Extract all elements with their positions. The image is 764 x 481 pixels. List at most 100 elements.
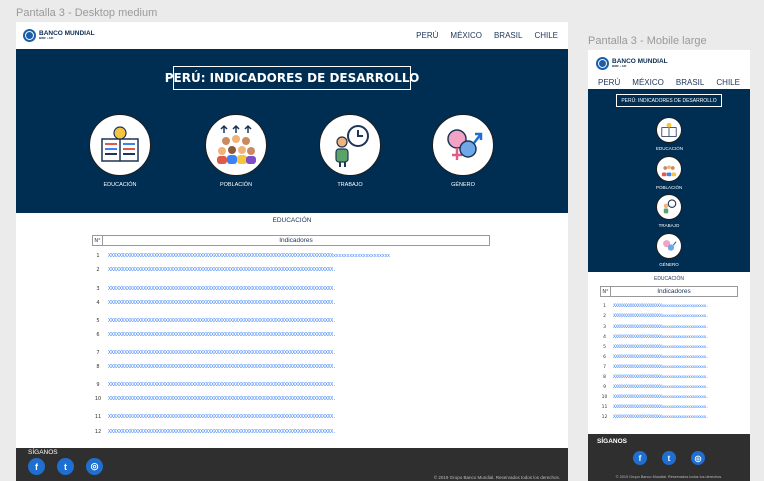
row-link[interactable]: XXXXXXXXXXXXXXXXXXXXXXXXXXXXXXXXXXXXXXXX… (108, 300, 336, 306)
row-link[interactable]: XXXXXXXXXXXXXXXXXXXXXXxxxxxxxxxxxxxxxxxx… (613, 365, 709, 370)
col-num: N° (600, 286, 611, 297)
row-num: 4 (96, 300, 100, 306)
gender-icon (656, 233, 682, 259)
table-row[interactable]: 6 XXXXXXXXXXXXXXXXXXXXXXXXXXXXXXXXXXXXXXX… (92, 331, 336, 339)
instagram-icon[interactable]: ◎ (691, 451, 705, 465)
globe-icon (596, 57, 609, 70)
twitter-icon[interactable]: t (662, 451, 676, 465)
nav-peru[interactable]: PERÚ (598, 78, 620, 87)
facebook-icon[interactable]: f (28, 458, 45, 475)
row-link[interactable]: XXXXXXXXXXXXXXXXXXXXXXxxxxxxxxxxxxxxxxxx… (613, 385, 709, 390)
logo[interactable]: BANCO MUNDIAL BIRF • AIF (596, 57, 668, 70)
mobile-frame-label: Pantalla 3 - Mobile large (588, 35, 707, 47)
table-row[interactable]: 8 XXXXXXXXXXXXXXXXXXXXXXxxxxxxxxxxxxxxxxx… (600, 374, 708, 381)
category-educacion[interactable]: EDUCACIÓN (89, 114, 151, 188)
category-label: GÉNERO (659, 262, 679, 267)
globe-icon (23, 29, 36, 42)
mobile-header: BANCO MUNDIAL BIRF • AIF (588, 50, 750, 77)
table-row[interactable]: 11 XXXXXXXXXXXXXXXXXXXXXXxxxxxxxxxxxxxxxx… (600, 404, 709, 411)
table-row[interactable]: 3 XXXXXXXXXXXXXXXXXXXXXXxxxxxxxxxxxxxxxxx… (600, 324, 708, 331)
population-icon (205, 114, 267, 176)
nav-mexico[interactable]: MÉXICO (632, 78, 664, 87)
row-link[interactable]: XXXXXXXXXXXXXXXXXXXXXXxxxxxxxxxxxxxxxxxx… (613, 355, 709, 360)
indicators-table: N° Indicadores 1 XXXXXXXXXXXXXXXXXXXXXXxx… (600, 286, 738, 420)
category-educacion[interactable]: EDUCACIÓN (656, 117, 684, 151)
row-link[interactable]: XXXXXXXXXXXXXXXXXXXXXXxxxxxxxxxxxxxxxxxx… (613, 405, 709, 410)
nav-brasil[interactable]: BRASIL (494, 31, 522, 40)
row-link[interactable]: XXXXXXXXXXXXXXXXXXXXXXXXXXXXXXXXXXXXXXXX… (108, 396, 336, 402)
row-link[interactable]: XXXXXXXXXXXXXXXXXXXXXXXXXXXXXXXXXXXXXXXX… (108, 429, 336, 435)
footer: SÍGANOS f t ◎ © 2019 Grupo Banco Mundial… (16, 448, 568, 481)
table-row[interactable]: 5 XXXXXXXXXXXXXXXXXXXXXXXXXXXXXXXXXXXXXXX… (92, 317, 336, 325)
row-link[interactable]: XXXXXXXXXXXXXXXXXXXXXXXXXXXXXXXXXXXXXXXX… (108, 332, 336, 338)
category-genero[interactable]: GÉNERO (656, 233, 682, 267)
row-link[interactable]: XXXXXXXXXXXXXXXXXXXXXXXXXXXXXXXXXXXXXXXX… (108, 286, 336, 292)
row-link[interactable]: XXXXXXXXXXXXXXXXXXXXXXxxxxxxxxxxxxxxxxxx… (613, 335, 709, 340)
row-link[interactable]: XXXXXXXXXXXXXXXXXXXXXXxxxxxxxxxxxxxxxxxx… (613, 375, 709, 380)
table-row[interactable]: 7 XXXXXXXXXXXXXXXXXXXXXXXXXXXXXXXXXXXXXXX… (92, 349, 336, 357)
row-link[interactable]: XXXXXXXXXXXXXXXXXXXXXXxxxxxxxxxxxxxxxxxx… (613, 345, 709, 350)
row-num: 3 (96, 286, 100, 292)
population-icon (656, 156, 682, 182)
table-row[interactable]: 2 XXXXXXXXXXXXXXXXXXXXXXXXXXXXXXXXXXXXXXX… (92, 266, 336, 274)
category-label: EDUCACIÓN (103, 182, 137, 188)
nav-mexico[interactable]: MÉXICO (450, 31, 482, 40)
nav-chile[interactable]: CHILE (534, 31, 558, 40)
table-row[interactable]: 3 XXXXXXXXXXXXXXXXXXXXXXXXXXXXXXXXXXXXXXX… (92, 285, 336, 293)
row-link[interactable]: XXXXXXXXXXXXXXXXXXXXXXxxxxxxxxxxxxxxxxxx… (613, 314, 709, 319)
social-links: f t ◎ (633, 451, 705, 465)
category-label: EDUCACIÓN (656, 146, 684, 151)
facebook-icon[interactable]: f (633, 451, 647, 465)
category-genero[interactable]: GÉNERO (432, 114, 494, 188)
category-trabajo[interactable]: TRABAJO (656, 194, 682, 228)
table-row[interactable]: 7 XXXXXXXXXXXXXXXXXXXXXXxxxxxxxxxxxxxxxxx… (600, 364, 708, 371)
category-poblacion[interactable]: POBLACIÓN (205, 114, 267, 188)
mobile-frame: BANCO MUNDIAL BIRF • AIF PERÚ MÉXICO BRA… (588, 50, 750, 481)
row-link[interactable]: XXXXXXXXXXXXXXXXXXXXXXxxxxxxxxxxxxxxxxxx… (613, 325, 709, 330)
table-row[interactable]: 1 XXXXXXXXXXXXXXXXXXXXXXxxxxxxxxxxxxxxxxx… (600, 303, 708, 310)
nav-chile[interactable]: CHILE (716, 78, 740, 87)
row-num: 8 (96, 364, 100, 370)
table-header: N° Indicadores (600, 286, 738, 297)
table-row[interactable]: 4 XXXXXXXXXXXXXXXXXXXXXXXXXXXXXXXXXXXXXXX… (92, 299, 336, 307)
table-row[interactable]: 9 XXXXXXXXXXXXXXXXXXXXXXxxxxxxxxxxxxxxxxx… (600, 384, 708, 391)
row-link[interactable]: XXXXXXXXXXXXXXXXXXXXXXXXXXXXXXXXXXXXXXXX… (108, 253, 390, 259)
book-lightbulb-icon (89, 114, 151, 176)
hero-banner: PERÚ: INDICADORES DE DESARROLLO EDUCACIÓ… (16, 49, 568, 213)
table-row[interactable]: 1 XXXXXXXXXXXXXXXXXXXXXXXXXXXXXXXXXXXXXXX… (92, 252, 390, 260)
section-title: EDUCACIÓN (272, 217, 312, 224)
table-row[interactable]: 11 XXXXXXXXXXXXXXXXXXXXXXXXXXXXXXXXXXXXXX… (92, 413, 336, 421)
table-row[interactable]: 10 XXXXXXXXXXXXXXXXXXXXXXXXXXXXXXXXXXXXXX… (92, 395, 336, 403)
row-num: 6 (603, 355, 606, 360)
table-row[interactable]: 2 XXXXXXXXXXXXXXXXXXXXXXxxxxxxxxxxxxxxxxx… (600, 313, 708, 320)
row-link[interactable]: XXXXXXXXXXXXXXXXXXXXXXXXXXXXXXXXXXXXXXXX… (108, 364, 336, 370)
row-link[interactable]: XXXXXXXXXXXXXXXXXXXXXXXXXXXXXXXXXXXXXXXX… (108, 267, 336, 273)
twitter-icon[interactable]: t (57, 458, 74, 475)
table-row[interactable]: 5 XXXXXXXXXXXXXXXXXXXXXXxxxxxxxxxxxxxxxxx… (600, 344, 708, 351)
row-num: 5 (603, 345, 606, 350)
row-link[interactable]: XXXXXXXXXXXXXXXXXXXXXXxxxxxxxxxxxxxxxxxx… (613, 395, 709, 400)
nav-peru[interactable]: PERÚ (416, 31, 438, 40)
row-link[interactable]: XXXXXXXXXXXXXXXXXXXXXXXXXXXXXXXXXXXXXXXX… (108, 382, 336, 388)
nav-brasil[interactable]: BRASIL (676, 78, 704, 87)
table-row[interactable]: 9 XXXXXXXXXXXXXXXXXXXXXXXXXXXXXXXXXXXXXXX… (92, 381, 336, 389)
row-link[interactable]: XXXXXXXXXXXXXXXXXXXXXXXXXXXXXXXXXXXXXXXX… (108, 350, 336, 356)
table-row[interactable]: 4 XXXXXXXXXXXXXXXXXXXXXXxxxxxxxxxxxxxxxxx… (600, 334, 708, 341)
table-row[interactable]: 12 XXXXXXXXXXXXXXXXXXXXXXXXXXXXXXXXXXXXXX… (92, 428, 336, 436)
row-num: 11 (601, 405, 608, 410)
table-row[interactable]: 6 XXXXXXXXXXXXXXXXXXXXXXxxxxxxxxxxxxxxxxx… (600, 354, 708, 361)
social-links: f t ◎ (28, 458, 103, 475)
row-link[interactable]: XXXXXXXXXXXXXXXXXXXXXXxxxxxxxxxxxxxxxxxx… (613, 304, 709, 309)
table-row[interactable]: 8 XXXXXXXXXXXXXXXXXXXXXXXXXXXXXXXXXXXXXXX… (92, 363, 336, 371)
category-poblacion[interactable]: POBLACIÓN (656, 156, 682, 190)
indicators-table: N° Indicadores 1 XXXXXXXXXXXXXXXXXXXXXXXX… (92, 235, 490, 435)
hero-banner: PERÚ: INDICADORES DE DESARROLLO EDUCACIÓ… (588, 89, 750, 272)
row-link[interactable]: XXXXXXXXXXXXXXXXXXXXXXXXXXXXXXXXXXXXXXXX… (108, 318, 336, 324)
category-trabajo[interactable]: TRABAJO (319, 114, 381, 188)
table-row[interactable]: 10 XXXXXXXXXXXXXXXXXXXXXXxxxxxxxxxxxxxxxx… (600, 394, 709, 401)
logo[interactable]: BANCO MUNDIAL BIRF • AIF (23, 29, 95, 42)
instagram-icon[interactable]: ◎ (86, 458, 103, 475)
row-link[interactable]: XXXXXXXXXXXXXXXXXXXXXXXXXXXXXXXXXXXXXXXX… (108, 414, 336, 420)
table-row[interactable]: 12 XXXXXXXXXXXXXXXXXXXXXXxxxxxxxxxxxxxxxx… (600, 414, 709, 421)
row-link[interactable]: XXXXXXXXXXXXXXXXXXXXXXxxxxxxxxxxxxxxxxxx… (613, 415, 709, 420)
